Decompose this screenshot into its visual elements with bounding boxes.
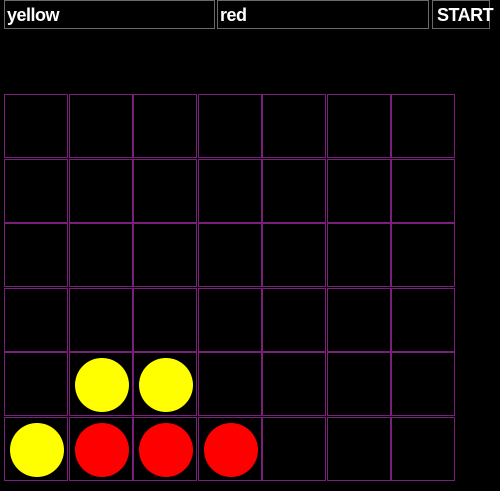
board-cell[interactable] — [69, 352, 133, 416]
board-cell[interactable] — [69, 94, 133, 158]
board-cell[interactable] — [133, 223, 197, 287]
board-cell[interactable] — [198, 94, 262, 158]
board-cell[interactable] — [133, 159, 197, 223]
board-cell[interactable] — [69, 288, 133, 352]
board-cell[interactable] — [262, 288, 326, 352]
board-cell[interactable] — [327, 352, 391, 416]
board-cell[interactable] — [198, 288, 262, 352]
red-disc — [139, 423, 193, 477]
red-disc — [204, 423, 258, 477]
board-cell[interactable] — [133, 288, 197, 352]
board-cell[interactable] — [327, 288, 391, 352]
board-cell[interactable] — [391, 223, 455, 287]
board-cell[interactable] — [391, 288, 455, 352]
board-cell[interactable] — [391, 94, 455, 158]
board-cell[interactable] — [69, 159, 133, 223]
board-cell[interactable] — [4, 288, 68, 352]
board-cell[interactable] — [327, 94, 391, 158]
board-cell[interactable] — [262, 223, 326, 287]
board-cell[interactable] — [391, 159, 455, 223]
board-cell[interactable] — [198, 159, 262, 223]
board-cell[interactable] — [262, 159, 326, 223]
yellow-disc — [139, 358, 193, 412]
game-board[interactable] — [4, 94, 456, 481]
board-cell[interactable] — [4, 94, 68, 158]
board-cell[interactable] — [133, 417, 197, 481]
red-disc — [75, 423, 129, 477]
board-cell[interactable] — [69, 417, 133, 481]
player-two-name-input[interactable]: red — [217, 0, 429, 29]
board-cell[interactable] — [391, 417, 455, 481]
yellow-disc — [10, 423, 64, 477]
board-cell[interactable] — [262, 94, 326, 158]
board-cell[interactable] — [262, 352, 326, 416]
board-cell[interactable] — [133, 94, 197, 158]
start-button[interactable]: START — [432, 0, 494, 29]
board-cell[interactable] — [4, 352, 68, 416]
player-one-name-input[interactable]: yellow — [4, 0, 215, 29]
board-cell[interactable] — [262, 417, 326, 481]
board-cell[interactable] — [327, 159, 391, 223]
board-cell[interactable] — [391, 352, 455, 416]
board-cell[interactable] — [69, 223, 133, 287]
board-cell[interactable] — [4, 417, 68, 481]
board-cell[interactable] — [198, 223, 262, 287]
board-cell[interactable] — [4, 159, 68, 223]
board-cell[interactable] — [4, 223, 68, 287]
board-cell[interactable] — [198, 417, 262, 481]
board-cell[interactable] — [327, 417, 391, 481]
board-cell[interactable] — [327, 223, 391, 287]
yellow-disc — [75, 358, 129, 412]
board-cell[interactable] — [133, 352, 197, 416]
board-cell[interactable] — [198, 352, 262, 416]
